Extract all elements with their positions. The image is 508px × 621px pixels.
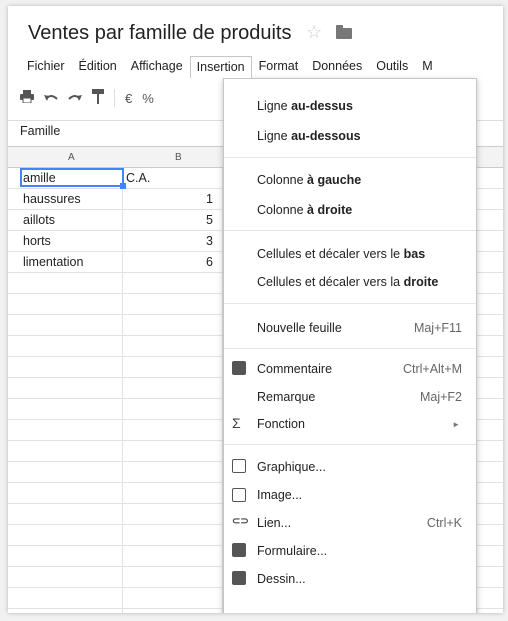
menu-item-row-above[interactable]: Ligne au-dessus [257, 99, 353, 113]
menu-item-col-right[interactable]: Colonne à droite [257, 203, 352, 217]
menu-more[interactable]: M [415, 56, 439, 78]
chart-label: Graphique... [257, 460, 326, 474]
column-header-a[interactable]: A [68, 152, 75, 163]
toolbar: € % [20, 86, 154, 110]
form-label: Formulaire... [257, 544, 328, 558]
image-label: Image... [257, 488, 303, 502]
function-label: Fonction [257, 417, 305, 431]
new-sheet-shortcut: Maj+F11 [413, 321, 462, 335]
menu-format[interactable]: Format [252, 56, 306, 78]
menu-divider [224, 348, 476, 349]
print-icon[interactable] [20, 90, 34, 106]
cell-b1[interactable]: C.A. [126, 171, 150, 185]
paint-format-icon[interactable] [92, 89, 104, 107]
comment-label: Commentaire [257, 362, 333, 376]
document-title[interactable]: Ventes par famille de produits [28, 22, 292, 45]
chart-icon [232, 459, 246, 473]
new-sheet-label: Nouvelle feuille [257, 321, 342, 335]
insert-menu-dropdown: Ligne au-dessus Ligne au-dessous Colonne… [223, 78, 477, 613]
image-icon [232, 488, 246, 502]
menu-item-col-left[interactable]: Colonne à gauche [257, 173, 361, 187]
currency-button[interactable]: € [125, 91, 132, 106]
submenu-arrow-icon: ► [452, 420, 460, 429]
cell-b3[interactable]: 5 [183, 213, 213, 227]
menu-view[interactable]: Affichage [124, 56, 190, 78]
link-icon: ⊂⊃ [232, 516, 249, 527]
menu-item-row-below[interactable]: Ligne au-dessous [257, 129, 361, 143]
star-icon[interactable]: ☆ [306, 22, 322, 43]
app-window: Ventes par famille de produits ☆ Fichier… [8, 6, 503, 613]
menu-item-cells-right[interactable]: Cellules et décaler vers la droite [257, 275, 438, 289]
link-label: Lien... [257, 516, 292, 530]
menu-file[interactable]: Fichier [20, 56, 72, 78]
comment-shortcut: Ctrl+Alt+M [402, 362, 462, 376]
drawing-icon [232, 571, 246, 585]
percent-button[interactable]: % [142, 91, 154, 106]
note-shortcut: Maj+F2 [419, 390, 462, 404]
sigma-icon: Σ [232, 415, 241, 431]
toolbar-divider [114, 89, 115, 107]
drawing-label: Dessin... [257, 572, 306, 586]
cell-a4[interactable]: horts [23, 234, 51, 248]
menu-item-cells-down[interactable]: Cellules et décaler vers le bas [257, 247, 425, 261]
cell-a1[interactable]: amille [23, 171, 56, 185]
folder-icon[interactable] [336, 25, 352, 39]
undo-icon[interactable] [44, 91, 58, 106]
column-header-b[interactable]: B [175, 152, 182, 163]
menu-bar: Fichier Édition Affichage Insertion Form… [20, 56, 440, 78]
comment-icon [232, 361, 246, 375]
note-label: Remarque [257, 390, 316, 404]
redo-icon[interactable] [68, 91, 82, 106]
cell-b4[interactable]: 3 [183, 234, 213, 248]
menu-divider [224, 303, 476, 304]
form-icon [232, 543, 246, 557]
menu-divider [224, 157, 476, 158]
cell-b5[interactable]: 6 [183, 255, 213, 269]
cell-a3[interactable]: aillots [23, 213, 55, 227]
menu-edit[interactable]: Édition [72, 56, 124, 78]
cell-a5[interactable]: limentation [23, 255, 83, 269]
cell-a2[interactable]: haussures [23, 192, 81, 206]
link-shortcut: Ctrl+K [426, 516, 462, 530]
menu-divider [224, 444, 476, 445]
menu-divider [224, 230, 476, 231]
formula-bar[interactable]: Famille [20, 124, 60, 138]
menu-insert[interactable]: Insertion [189, 56, 252, 78]
menu-data[interactable]: Données [305, 56, 369, 78]
menu-tools[interactable]: Outils [369, 56, 415, 78]
cell-b2[interactable]: 1 [183, 192, 213, 206]
